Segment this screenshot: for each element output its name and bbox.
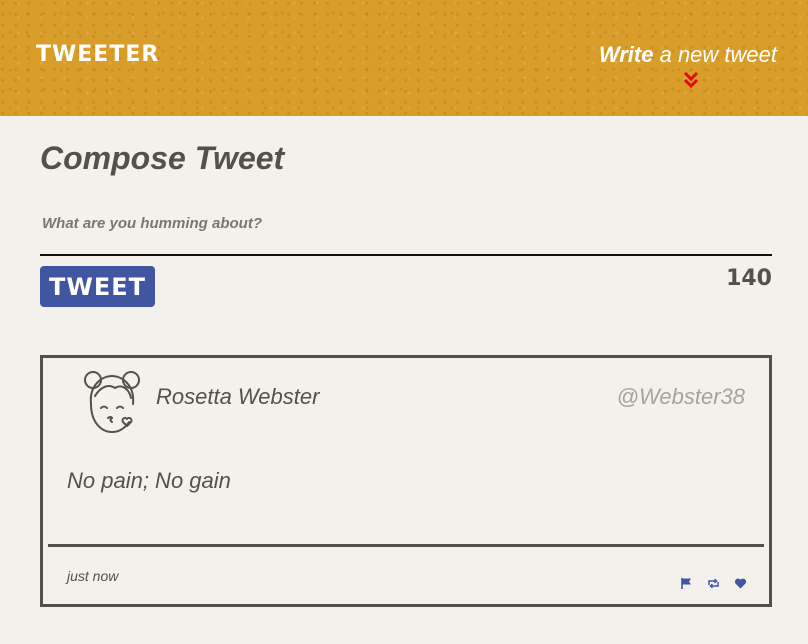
heart-icon[interactable] [734,577,747,590]
avatar [81,366,143,436]
author-handle: @Webster38 [616,384,745,409]
top-nav: TWEETER Write a new tweet [0,0,808,116]
tweet-card: Rosetta Webster @Webster38 No pain; No g… [40,355,772,607]
tweet-divider [48,544,764,547]
tweet-button[interactable]: TWEET [40,266,155,307]
write-rest-label: a new tweet [659,42,777,67]
tweet-timestamp: just now [67,568,119,584]
retweet-icon[interactable] [707,577,720,590]
character-counter: 140 [726,266,772,291]
write-label: Write [598,42,654,67]
tweet-actions [680,577,747,590]
write-new-tweet-link[interactable]: Write a new tweet [599,42,777,68]
tweet-content: No pain; No gain [67,468,231,493]
brand-logo[interactable]: TWEETER [36,42,159,67]
tweet-text-input[interactable] [40,208,772,256]
author-name: Rosetta Webster [156,384,320,409]
chevron-down-icon[interactable] [682,70,700,90]
flag-icon[interactable] [680,577,693,590]
compose-title: Compose Tweet [40,140,285,176]
